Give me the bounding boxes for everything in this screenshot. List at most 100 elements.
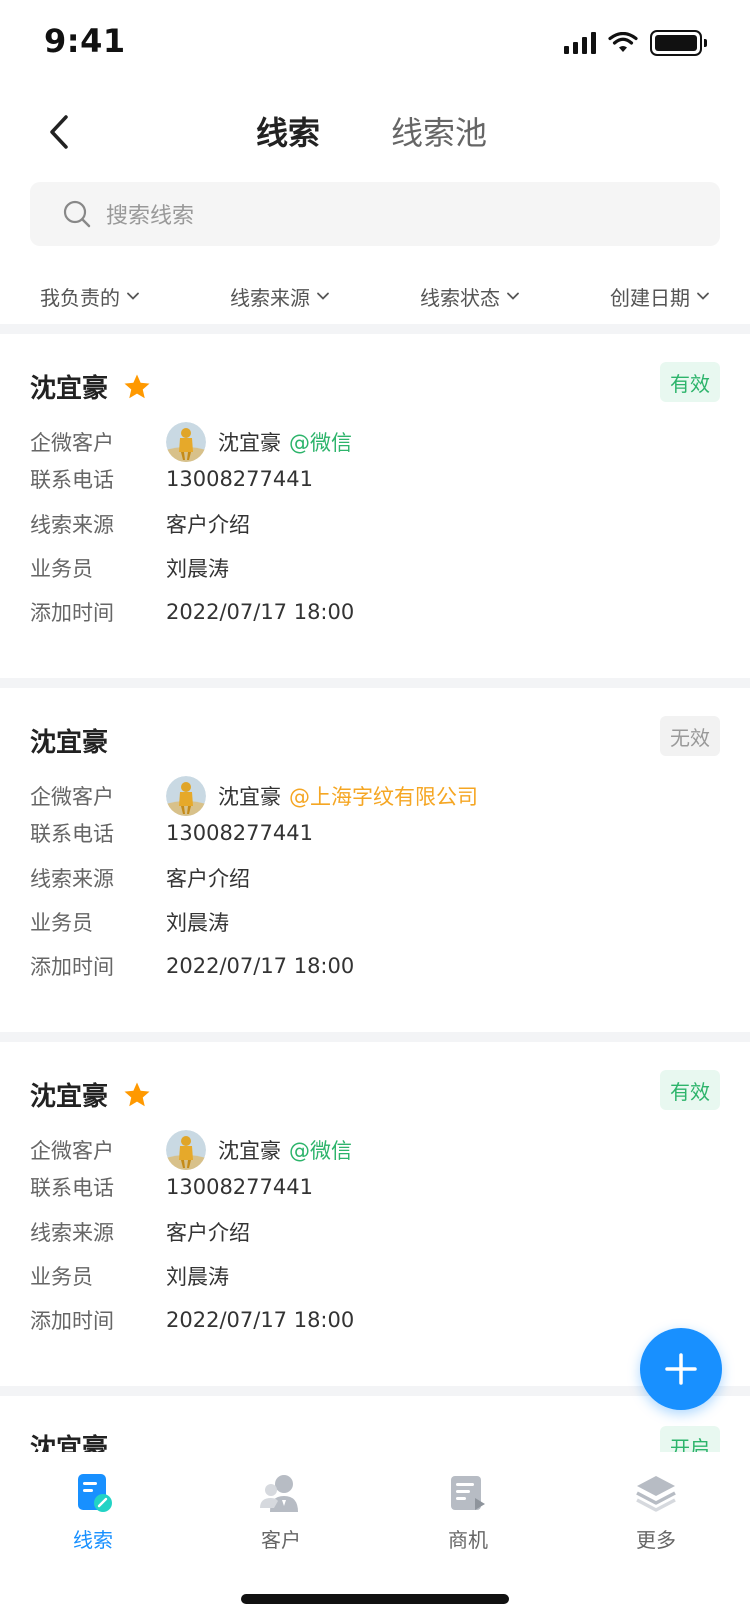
status-badge: 无效	[660, 716, 720, 756]
back-button[interactable]	[38, 110, 78, 154]
filter-bar: 我负责的 线索来源 线索状态 创建日期	[0, 268, 750, 324]
added-time-value: 2022/07/17 18:00	[166, 954, 355, 978]
tab-label: 客户	[261, 1528, 301, 1552]
field-label: 线索来源	[30, 867, 114, 891]
chevron-left-icon	[50, 115, 68, 149]
salesperson-value: 刘晨涛	[166, 1265, 229, 1289]
customer-source-tag: @上海字纹有限公司	[289, 785, 478, 809]
field-value: 沈宜豪 @微信	[166, 422, 352, 462]
lead-card[interactable]: 沈宜豪 有效 企微客户 沈宜豪 @微信 联系电话 13008277441 线索来…	[0, 1042, 750, 1386]
status-icons	[564, 30, 707, 56]
customer-row: 企微客户 沈宜豪 @微信	[30, 422, 352, 462]
field-label: 添加时间	[30, 601, 114, 625]
tab-leads[interactable]: 线索	[256, 108, 320, 154]
status-badge: 开启	[660, 1426, 720, 1452]
field-value: 沈宜豪 @微信	[166, 1130, 352, 1170]
lead-name-row: 沈宜豪	[30, 1076, 152, 1113]
lead-name-row: 沈宜豪	[30, 368, 152, 405]
salesperson-row: 业务员 刘晨涛	[30, 907, 229, 937]
field-value: 沈宜豪 @上海字纹有限公司	[166, 776, 478, 816]
tab-opportunities-nav[interactable]: 商机	[408, 1470, 528, 1553]
divider	[0, 1386, 750, 1396]
wifi-icon	[608, 32, 638, 52]
source-row: 线索来源 客户介绍	[30, 509, 250, 539]
customer-source-tag: @微信	[289, 431, 352, 455]
divider	[0, 1032, 750, 1042]
lead-name: 沈宜豪	[30, 728, 109, 758]
divider	[0, 324, 750, 334]
tab-more-nav[interactable]: 更多	[596, 1470, 716, 1553]
source-value: 客户介绍	[166, 513, 250, 537]
plus-icon	[665, 1353, 697, 1385]
phone-row: 联系电话 13008277441	[30, 818, 313, 848]
field-label: 业务员	[30, 557, 93, 581]
customer-row: 企微客户 沈宜豪 @微信	[30, 1130, 352, 1170]
filter-label: 创建日期	[610, 285, 690, 310]
status-badge: 有效	[660, 1070, 720, 1110]
phone-value[interactable]: 13008277441	[166, 1175, 313, 1199]
avatar	[166, 422, 206, 462]
customer-name: 沈宜豪	[218, 431, 281, 455]
phone-row: 联系电话 13008277441	[30, 1172, 313, 1202]
customer-name: 沈宜豪	[218, 1139, 281, 1163]
filter-source[interactable]: 线索来源	[230, 268, 330, 324]
field-label: 添加时间	[30, 955, 114, 979]
add-lead-button[interactable]	[640, 1328, 722, 1410]
salesperson-row: 业务员 刘晨涛	[30, 1261, 229, 1291]
added-time-value: 2022/07/17 18:00	[166, 600, 355, 624]
source-value: 客户介绍	[166, 867, 250, 891]
field-label: 线索来源	[30, 513, 114, 537]
search-placeholder: 搜索线索	[106, 204, 195, 229]
customer-source-tag: @微信	[289, 1139, 352, 1163]
lead-name-row: 沈宜豪	[30, 1428, 108, 1452]
lead-card[interactable]: 沈宜豪 开启	[0, 1396, 750, 1452]
search-icon	[63, 200, 91, 228]
added-time-value: 2022/07/17 18:00	[166, 1308, 355, 1332]
phone-value[interactable]: 13008277441	[166, 821, 313, 845]
field-label: 添加时间	[30, 1309, 114, 1333]
field-label: 业务员	[30, 1265, 93, 1289]
filter-created-date[interactable]: 创建日期	[610, 268, 710, 324]
tab-label: 更多	[636, 1528, 676, 1552]
avatar	[166, 1130, 206, 1170]
salesperson-value: 刘晨涛	[166, 911, 229, 935]
signal-icon	[564, 32, 596, 54]
customer-row: 企微客户 沈宜豪 @上海字纹有限公司	[30, 776, 478, 816]
tab-customers-nav[interactable]: 客户	[221, 1470, 341, 1553]
filter-status[interactable]: 线索状态	[420, 268, 520, 324]
field-label: 联系电话	[30, 822, 114, 846]
lead-card[interactable]: 沈宜豪 有效 企微客户 沈宜豪 @微信 联系电话 13008277441 线索来…	[0, 334, 750, 678]
source-value: 客户介绍	[166, 1221, 250, 1245]
lead-card[interactable]: 沈宜豪 无效 企微客户 沈宜豪 @上海字纹有限公司 联系电话 130082774…	[0, 688, 750, 1032]
tab-label: 商机	[448, 1528, 488, 1552]
field-label: 企微客户	[30, 785, 114, 809]
field-label: 业务员	[30, 911, 93, 935]
filter-mine[interactable]: 我负责的	[40, 268, 140, 324]
phone-row: 联系电话 13008277441	[30, 464, 313, 494]
field-label: 联系电话	[30, 1176, 114, 1200]
chevron-down-icon	[697, 292, 709, 300]
lead-name: 沈宜豪	[30, 1082, 109, 1112]
filter-label: 线索状态	[420, 285, 500, 310]
status-time: 9:41	[44, 22, 126, 60]
added-time-row: 添加时间 2022/07/17 18:00	[30, 1305, 354, 1335]
filter-label: 线索来源	[230, 285, 310, 310]
tab-label: 线索	[73, 1528, 113, 1552]
more-icon	[636, 1476, 676, 1512]
field-label: 线索来源	[30, 1221, 114, 1245]
tab-leads-nav[interactable]: 线索	[33, 1470, 153, 1553]
status-badge: 有效	[660, 362, 720, 402]
star-icon[interactable]	[122, 372, 152, 402]
star-icon[interactable]	[122, 1080, 152, 1110]
customer-icon	[260, 1475, 298, 1512]
filter-label: 我负责的	[40, 285, 120, 310]
field-label: 企微客户	[30, 1139, 114, 1163]
customer-name: 沈宜豪	[218, 785, 281, 809]
lead-name: 沈宜豪	[30, 1434, 109, 1452]
tab-lead-pool[interactable]: 线索池	[391, 108, 487, 154]
search-input[interactable]: 搜索线索	[30, 182, 720, 246]
field-label: 联系电话	[30, 468, 114, 492]
phone-value[interactable]: 13008277441	[166, 467, 313, 491]
added-time-row: 添加时间 2022/07/17 18:00	[30, 597, 354, 627]
added-time-row: 添加时间 2022/07/17 18:00	[30, 951, 354, 981]
